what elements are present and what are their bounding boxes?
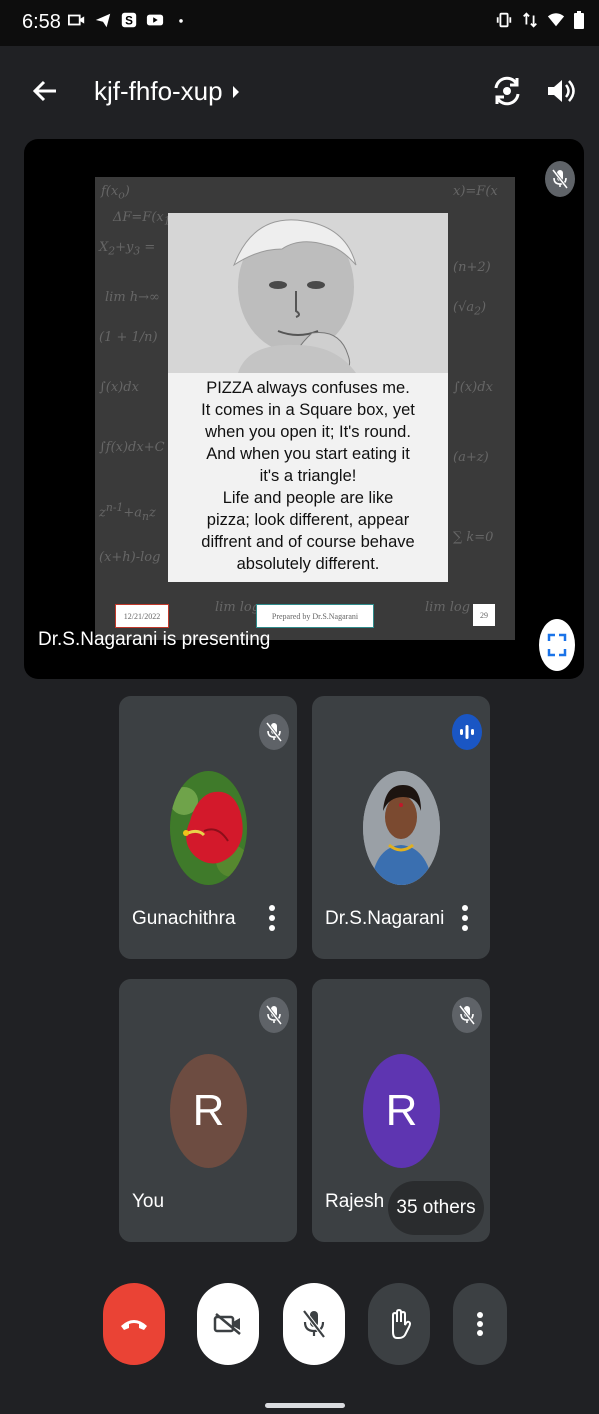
avatar-hibiscus-photo bbox=[170, 771, 247, 885]
muted-badge bbox=[259, 714, 289, 750]
mic-off-icon bbox=[302, 1309, 326, 1339]
quote-card: PIZZA always confuses me. It comes in a … bbox=[168, 213, 448, 582]
app-s-icon: S bbox=[121, 12, 137, 28]
back-arrow-icon[interactable] bbox=[28, 74, 62, 108]
shared-slide: f(xo) ΔF=F(x1 X2+y3 = lim h→∞ (1 + 1/n) … bbox=[95, 177, 515, 640]
participant-tile[interactable]: Dr.S.Nagarani bbox=[312, 696, 490, 959]
mic-off-icon bbox=[266, 1005, 282, 1025]
vibrate-icon bbox=[496, 12, 512, 28]
quote-text: PIZZA always confuses me. It comes in a … bbox=[201, 379, 415, 573]
more-vert-icon[interactable] bbox=[458, 902, 472, 934]
slide-author: Prepared by Dr.S.Nagarani bbox=[256, 604, 374, 628]
switch-camera-icon[interactable] bbox=[490, 74, 524, 108]
camera-notification-icon bbox=[68, 14, 85, 26]
more-vert-icon bbox=[477, 1312, 483, 1336]
camera-toggle-button[interactable] bbox=[197, 1283, 259, 1365]
meeting-header: kjf-fhfo-xup bbox=[0, 46, 599, 136]
svg-text:S: S bbox=[125, 15, 133, 28]
battery-icon bbox=[574, 11, 584, 29]
hang-up-icon bbox=[121, 1320, 147, 1330]
slide-page-number: 29 bbox=[473, 604, 495, 626]
portrait-sketch-image bbox=[168, 213, 448, 373]
microphone-toggle-button[interactable] bbox=[283, 1283, 345, 1365]
profile-photo-image bbox=[363, 771, 440, 885]
status-time: 6:58 bbox=[22, 11, 61, 33]
fullscreen-icon bbox=[547, 633, 567, 657]
avatar-letter: R bbox=[170, 1054, 247, 1168]
muted-badge bbox=[259, 997, 289, 1033]
others-count-chip[interactable]: 35 others bbox=[388, 1181, 484, 1235]
fullscreen-button[interactable] bbox=[539, 619, 575, 671]
participant-name: Rajesh bbox=[325, 1191, 385, 1212]
slide-date: 12/21/2022 bbox=[115, 604, 169, 628]
raise-hand-button[interactable] bbox=[368, 1283, 430, 1365]
status-bar: 6:58 S bbox=[0, 0, 599, 46]
meeting-code[interactable]: kjf-fhfo-xup bbox=[94, 76, 241, 107]
hibiscus-flower-image bbox=[170, 771, 247, 885]
data-transfer-icon bbox=[523, 12, 537, 28]
youtube-icon bbox=[146, 14, 164, 26]
hand-icon bbox=[392, 1309, 411, 1339]
mic-off-icon bbox=[552, 169, 568, 189]
participant-name: Dr.S.Nagarani bbox=[325, 908, 445, 929]
wifi-icon bbox=[547, 13, 565, 27]
muted-badge bbox=[452, 997, 482, 1033]
meet-screen: 6:58 S kjf-fhfo-xup f(xo) ΔF=F(x X2+y3 =… bbox=[0, 0, 599, 1414]
videocam-off-icon bbox=[213, 1313, 241, 1335]
participant-name: You bbox=[132, 1191, 165, 1212]
telegram-icon bbox=[95, 13, 111, 28]
presenting-label: Dr.S.Nagarani is presenting bbox=[38, 629, 271, 650]
home-indicator[interactable] bbox=[265, 1403, 345, 1408]
avatar-photo bbox=[363, 771, 440, 885]
audio-level-icon bbox=[460, 725, 474, 739]
speaker-icon[interactable] bbox=[543, 74, 577, 108]
more-options-button[interactable] bbox=[453, 1283, 507, 1365]
caret-right-icon bbox=[232, 85, 239, 98]
mic-off-icon bbox=[459, 1005, 475, 1025]
meeting-code-text: kjf-fhfo-xup bbox=[94, 76, 223, 106]
participant-tile[interactable]: Gunachithra bbox=[119, 696, 297, 959]
more-vert-icon[interactable] bbox=[265, 902, 279, 934]
self-tile[interactable]: R You bbox=[119, 979, 297, 1242]
speaking-badge bbox=[452, 714, 482, 750]
participant-name: Gunachithra bbox=[132, 908, 236, 929]
end-call-button[interactable] bbox=[103, 1283, 165, 1365]
avatar-letter: R bbox=[363, 1054, 440, 1168]
mic-off-icon bbox=[266, 722, 282, 742]
presentation-view[interactable]: f(xo) ΔF=F(x1 X2+y3 = lim h→∞ (1 + 1/n) … bbox=[24, 139, 584, 679]
presenter-muted-badge bbox=[545, 161, 575, 197]
more-notifications-icon bbox=[179, 19, 183, 23]
